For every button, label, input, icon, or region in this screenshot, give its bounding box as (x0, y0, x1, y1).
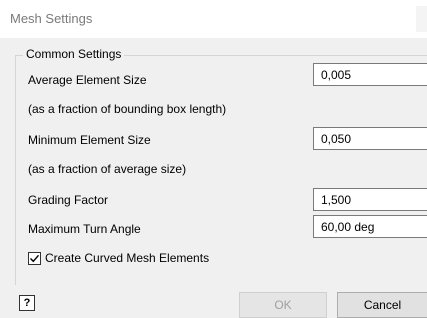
grading-factor-input[interactable] (313, 188, 427, 211)
title-bar-edge (416, 6, 427, 32)
minimum-element-size-hint: (as a fraction of average size) (28, 162, 187, 176)
create-curved-mesh-checkbox-row[interactable]: Create Curved Mesh Elements (28, 251, 209, 265)
create-curved-mesh-label: Create Curved Mesh Elements (45, 251, 210, 265)
average-element-size-input[interactable] (313, 63, 427, 86)
maximum-turn-angle-input[interactable] (313, 215, 427, 238)
average-element-size-label: Average Element Size (28, 73, 147, 87)
ok-button-label: OK (274, 298, 292, 312)
common-settings-legend: Common Settings (23, 47, 125, 61)
help-button[interactable]: ? (19, 295, 35, 311)
title-bar: Mesh Settings (0, 0, 427, 38)
cancel-button-label: Cancel (363, 298, 402, 312)
ok-button[interactable]: OK (239, 292, 327, 318)
create-curved-mesh-checkbox[interactable] (28, 251, 41, 265)
maximum-turn-angle-label: Maximum Turn Angle (28, 222, 141, 236)
grading-factor-label: Grading Factor (28, 193, 109, 207)
minimum-element-size-label: Minimum Element Size (28, 133, 151, 147)
cancel-button[interactable]: Cancel (337, 292, 427, 318)
average-element-size-hint: (as a fraction of bounding box length) (28, 102, 227, 116)
minimum-element-size-input[interactable] (313, 127, 427, 150)
checkmark-icon (30, 254, 40, 262)
window-title: Mesh Settings (10, 11, 93, 26)
question-mark-icon: ? (23, 297, 31, 309)
